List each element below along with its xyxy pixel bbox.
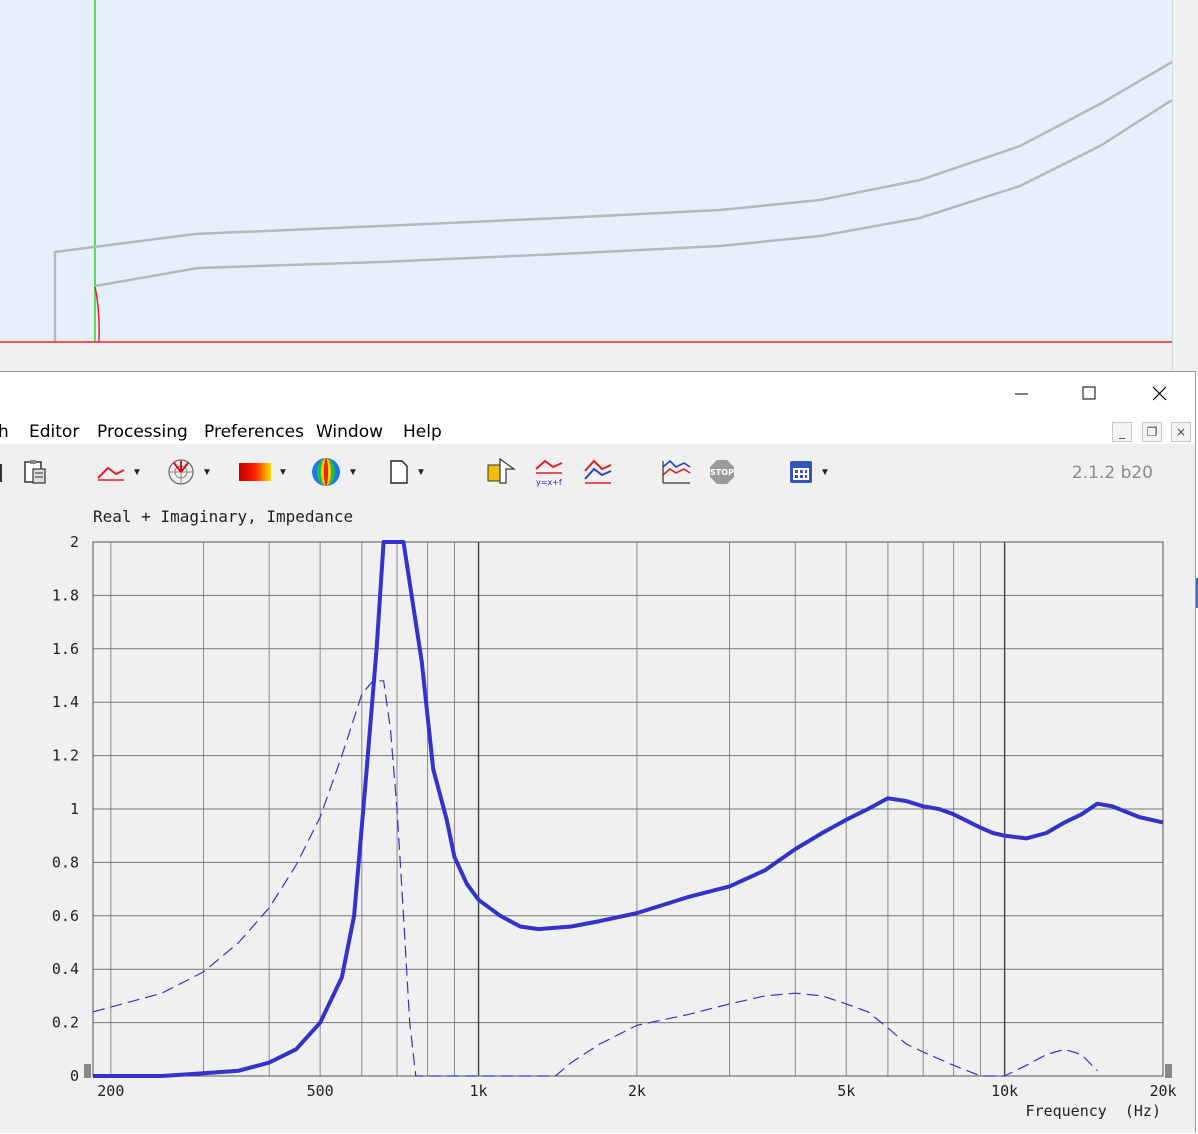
stop-icon: STOP	[710, 460, 734, 484]
polar-plot-icon	[168, 459, 194, 485]
version-label: 2.1.2 b20	[1071, 463, 1153, 483]
y-tick-label: 0.6	[52, 907, 79, 925]
balloon-3d-icon	[312, 458, 340, 486]
formula-curve-icon: y=x+f	[535, 459, 563, 487]
outer-profile-curve	[53, 60, 1172, 342]
y-tick-label: 2	[70, 533, 79, 551]
frequency-response-icon	[97, 466, 125, 481]
color-map-icon	[239, 463, 271, 481]
series-line-dashed	[92, 680, 1098, 1077]
grid-minor	[93, 541, 1163, 1077]
mdi-minimize-button[interactable]: _	[1112, 422, 1132, 442]
new-document-button[interactable]: ▼	[388, 458, 426, 486]
window-minimize-button[interactable]	[998, 372, 1044, 414]
right-panel-strip	[1172, 0, 1198, 372]
menu-help[interactable]: Help	[403, 422, 442, 442]
chevron-down-icon: ▼	[132, 466, 142, 478]
window-maximize-button[interactable]	[1066, 372, 1112, 414]
menu-graph[interactable]: h	[0, 422, 9, 442]
x-tick-label: 1k	[470, 1082, 488, 1100]
toolbar: ▼ ▼ ▼ ▼ ▼ y=x+f STOP ▼	[0, 444, 1195, 500]
menu-preferences[interactable]: Preferences	[204, 422, 304, 442]
polar-plot-button[interactable]: ▼	[166, 458, 212, 486]
color-map-button[interactable]: ▼	[238, 458, 288, 486]
frequency-response-button[interactable]: ▼	[96, 458, 142, 486]
mdi-restore-button[interactable]: ❐	[1142, 422, 1162, 442]
x-tick-label: 10k	[991, 1082, 1018, 1100]
calculator-button[interactable]: ▼	[788, 458, 830, 486]
y-tick-label: 1.2	[52, 747, 79, 765]
profile-canvas	[0, 0, 1172, 343]
menu-bar: h Editor Processing Preferences Window H…	[0, 414, 1195, 444]
impedance-chart[interactable]: Real + Imaginary, Impedance 0 0.2 0.4 0.6 0.…	[0, 500, 1195, 1134]
export-3d-icon	[487, 457, 516, 484]
inner-profile-curve	[94, 98, 1172, 288]
y-tick-label: 1	[70, 800, 79, 818]
title-bar[interactable]	[0, 372, 1195, 414]
y-tick-label: 1.8	[52, 586, 79, 604]
chevron-down-icon: ▼	[278, 466, 288, 478]
calculator-icon	[790, 461, 812, 483]
average-curve-button[interactable]	[660, 458, 692, 486]
profile-view[interactable]	[0, 0, 1172, 345]
average-curve-icon	[662, 459, 691, 484]
multi-curve-button[interactable]	[582, 458, 614, 486]
app-window: h Editor Processing Preferences Window H…	[0, 371, 1196, 1133]
y-tick-label: 0.2	[52, 1014, 79, 1032]
chevron-down-icon: ▼	[820, 466, 830, 478]
clipboard-icon[interactable]	[22, 458, 48, 486]
formula-curve-button[interactable]: y=x+f	[533, 458, 565, 487]
svg-text:STOP: STOP	[710, 468, 734, 477]
y-tick-label: 0.4	[52, 960, 79, 978]
menu-processing[interactable]: Processing	[97, 422, 188, 442]
y-tick-label: 0.8	[52, 853, 79, 871]
multi-curve-icon	[584, 459, 612, 484]
y-tick-label: 1.4	[52, 693, 79, 711]
x-axis-label: Frequency (Hz)	[1026, 1102, 1161, 1120]
close-icon	[1152, 386, 1167, 401]
x-tick-label: 5k	[837, 1082, 855, 1100]
x-range-handle-left[interactable]	[84, 1064, 91, 1078]
chart-title: Real + Imaginary, Impedance	[93, 507, 353, 526]
y-tick-labels: 0 0.2 0.4 0.6 0.8 1 1.2 1.4 1.6 1.8 2	[52, 533, 79, 1085]
x-range-handle-right[interactable]	[1165, 1064, 1172, 1078]
balloon-3d-button[interactable]: ▼	[310, 458, 358, 486]
svg-text:y=x+f: y=x+f	[536, 478, 562, 487]
y-tick-label: 0	[70, 1067, 79, 1085]
new-document-icon	[390, 460, 408, 484]
menu-window[interactable]: Window	[316, 422, 383, 442]
stop-button[interactable]: STOP	[708, 458, 736, 486]
menu-editor[interactable]: Editor	[29, 422, 79, 442]
x-tick-label: 20k	[1149, 1082, 1176, 1100]
export-3d-button[interactable]	[484, 457, 516, 486]
mdi-close-button[interactable]: ×	[1171, 422, 1191, 442]
toolbar-partial-button[interactable]	[0, 458, 4, 486]
x-tick-label: 200	[97, 1082, 124, 1100]
chevron-down-icon: ▼	[416, 466, 426, 478]
x-tick-labels: 200 500 1k 2k 5k 10k 20k	[97, 1082, 1176, 1100]
maximize-icon	[1082, 386, 1096, 400]
window-close-button[interactable]	[1136, 372, 1182, 414]
workspace-background	[0, 345, 1172, 371]
chevron-down-icon: ▼	[348, 466, 358, 478]
y-tick-label: 1.6	[52, 640, 79, 658]
chevron-down-icon: ▼	[202, 466, 212, 478]
x-tick-label: 2k	[628, 1082, 646, 1100]
minimize-icon	[1015, 393, 1028, 395]
x-tick-label: 500	[307, 1082, 334, 1100]
